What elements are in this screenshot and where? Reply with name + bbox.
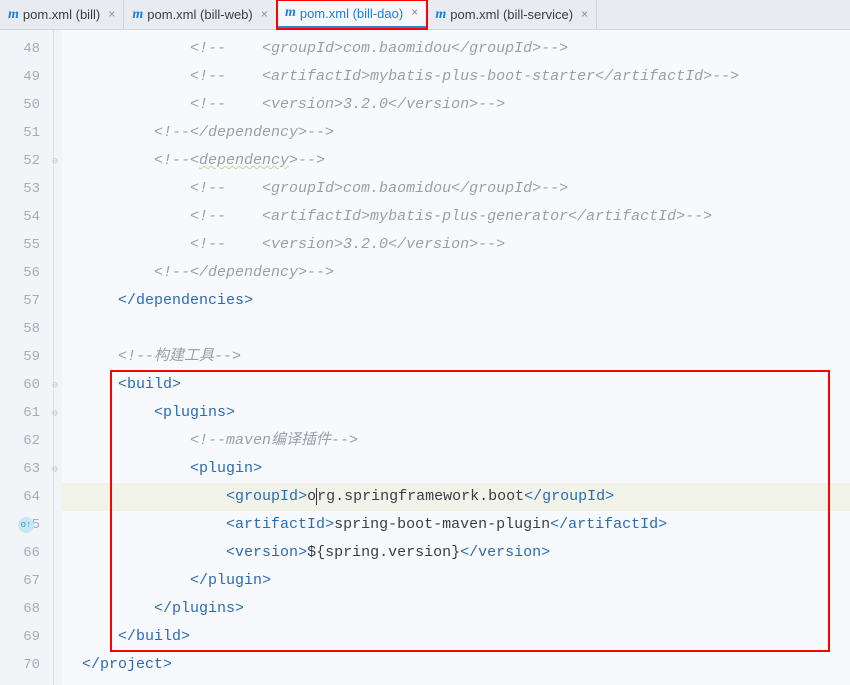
code-line[interactable]: </dependencies>	[62, 287, 850, 315]
tab-3[interactable]: m pom.xml (bill-service) ×	[427, 0, 597, 29]
code-line[interactable]: <!--</dependency>-->	[62, 259, 850, 287]
code-line[interactable]: <!--maven编译插件-->	[62, 427, 850, 455]
close-icon[interactable]: ×	[261, 8, 268, 22]
fold-icon[interactable]: ⊖	[48, 156, 58, 166]
code-line[interactable]: <!--</dependency>-->	[62, 119, 850, 147]
close-icon[interactable]: ×	[581, 8, 588, 22]
editor-tabs: mpom.xml (bill)×mpom.xml (bill-web)×mpom…	[0, 0, 850, 30]
maven-file-icon: m	[435, 7, 446, 23]
fold-guide	[53, 30, 54, 685]
maven-file-icon: m	[285, 5, 296, 21]
code-line[interactable]: <!-- <artifactId>mybatis-plus-boot-start…	[62, 63, 850, 91]
code-line[interactable]: </plugins>	[62, 595, 850, 623]
editor-area: 4849505152535455565758596061626364656667…	[0, 30, 850, 685]
code-line[interactable]: <plugin>	[62, 455, 850, 483]
code-line[interactable]: <plugins>	[62, 399, 850, 427]
code-line[interactable]: </plugin>	[62, 567, 850, 595]
tab-label: pom.xml (bill-dao)	[300, 6, 403, 21]
code-area[interactable]: <!-- <groupId>com.baomidou</groupId>--> …	[62, 30, 850, 685]
maven-file-icon: m	[132, 7, 143, 23]
code-line[interactable]: <artifactId>spring-boot-maven-plugin</ar…	[62, 511, 850, 539]
code-line[interactable]: <!-- <version>3.2.0</version>-->	[62, 231, 850, 259]
code-line[interactable]: <!-- <groupId>com.baomidou</groupId>-->	[62, 35, 850, 63]
code-line[interactable]: </build>	[62, 623, 850, 651]
tab-1[interactable]: m pom.xml (bill-web) ×	[124, 0, 277, 29]
code-line[interactable]: <!-- <artifactId>mybatis-plus-generator<…	[62, 203, 850, 231]
tab-label: pom.xml (bill-web)	[147, 7, 252, 22]
code-line[interactable]: <version>${spring.version}</version>	[62, 539, 850, 567]
maven-file-icon: m	[8, 7, 19, 23]
code-line[interactable]: <!-- <version>3.2.0</version>-->	[62, 91, 850, 119]
tab-0[interactable]: m pom.xml (bill) ×	[0, 0, 124, 29]
code-line[interactable]: <!--构建工具-->	[62, 343, 850, 371]
gutter: 4849505152535455565758596061626364656667…	[0, 30, 62, 685]
tab-2[interactable]: m pom.xml (bill-dao) ×	[277, 0, 427, 29]
tab-label: pom.xml (bill)	[23, 7, 100, 22]
fold-icon[interactable]: ⊖	[48, 464, 58, 474]
close-icon[interactable]: ×	[411, 6, 418, 20]
code-line[interactable]: </project>	[62, 651, 850, 679]
tab-label: pom.xml (bill-service)	[450, 7, 573, 22]
code-line[interactable]: <build>	[62, 371, 850, 399]
gutter-margin-icon[interactable]: o↑	[18, 517, 34, 533]
fold-icon[interactable]: ⊖	[48, 380, 58, 390]
fold-icon[interactable]: ⊖	[48, 408, 58, 418]
close-icon[interactable]: ×	[108, 8, 115, 22]
code-line[interactable]: <groupId>org.springframework.boot</group…	[62, 483, 850, 511]
code-line[interactable]: <!--<dependency>-->	[62, 147, 850, 175]
code-line[interactable]	[62, 315, 850, 343]
code-line[interactable]: <!-- <groupId>com.baomidou</groupId>-->	[62, 175, 850, 203]
